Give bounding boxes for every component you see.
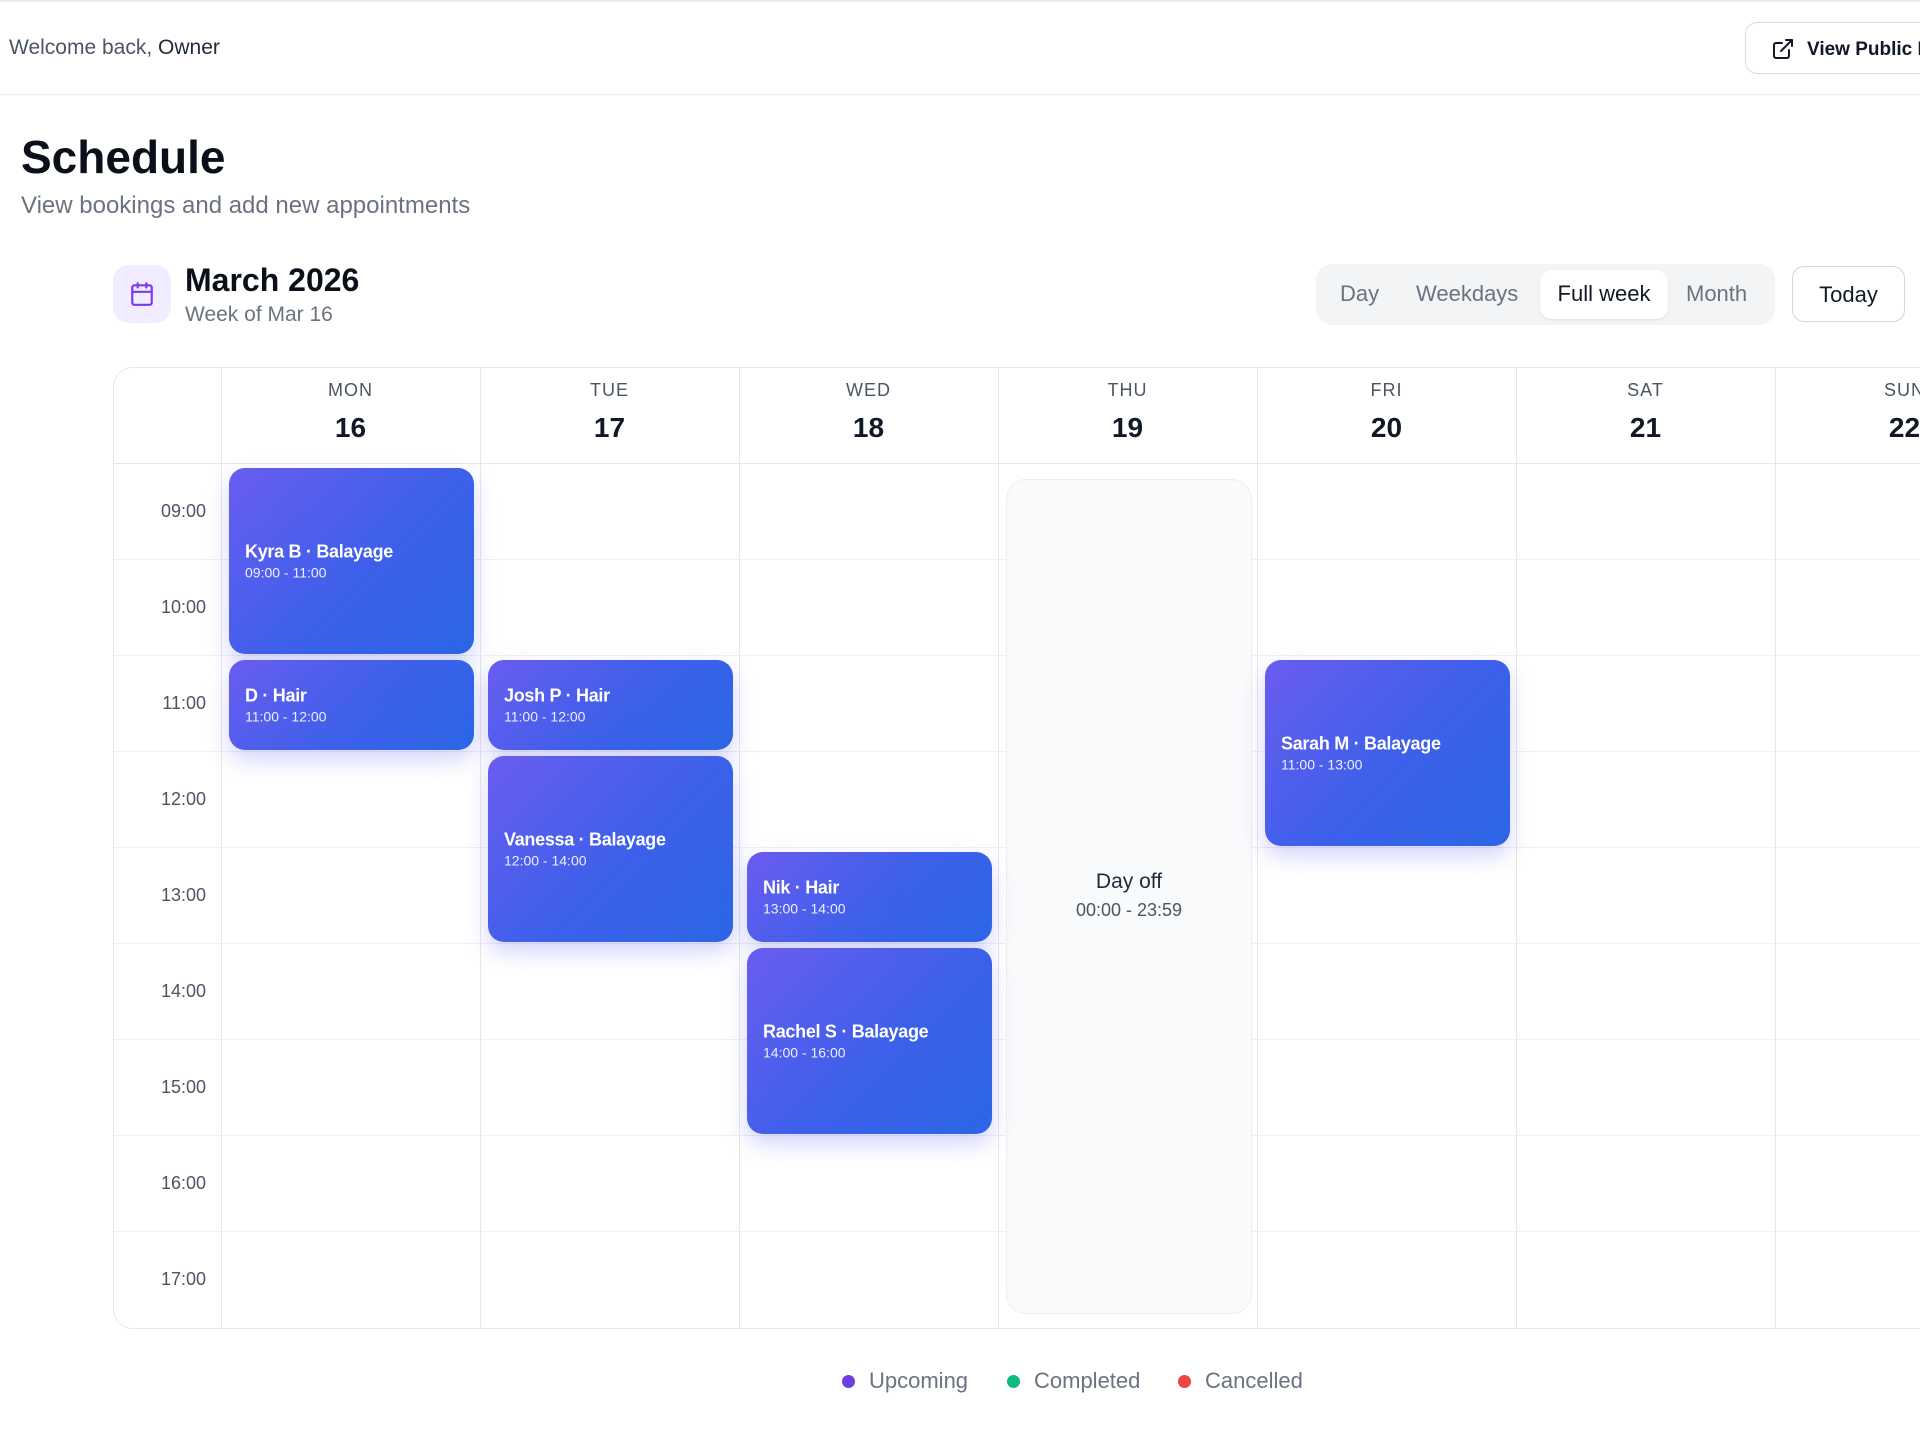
time-label: 13:00: [160, 885, 206, 905]
time-label: 10:00: [160, 597, 206, 617]
day-off-label: Day off: [1095, 870, 1163, 893]
time-label: 09:00: [160, 501, 206, 521]
appointment-time: 11:00 - 12:00: [504, 708, 586, 725]
day-number: 20: [1370, 412, 1403, 443]
time-label: 11:00: [162, 693, 206, 713]
appointment-time: 14:00 - 16:00: [763, 1044, 846, 1061]
day-of-week: MON: [328, 380, 373, 400]
day-number: 19: [1111, 412, 1144, 443]
appointment-time: 11:00 - 13:00: [1281, 756, 1363, 773]
day-of-week: SUN: [1883, 380, 1920, 400]
time-label: 14:00: [160, 981, 206, 1001]
day-number: 22: [1888, 412, 1920, 443]
external-link-icon: [1773, 39, 1793, 59]
column-divider: [1257, 368, 1258, 1328]
page-subtitle: View bookings and add new appointments: [21, 192, 471, 219]
appointment-card[interactable]: Josh P · Hair 11:00 - 12:00: [488, 660, 733, 750]
appointment-title: Josh P · Hair: [504, 685, 610, 706]
today-label: Today: [1819, 282, 1878, 307]
view-full-week-label: Full week: [1557, 281, 1651, 306]
day-header-sat[interactable]: SAT 21: [1516, 368, 1775, 463]
column-divider: [480, 368, 481, 1328]
view-public-page-label: View Public P: [1807, 39, 1920, 60]
legend-cancelled: Cancelled: [1205, 1368, 1303, 1393]
view-month-tab[interactable]: Month: [1686, 281, 1747, 307]
day-header-wed[interactable]: WED 18: [739, 368, 998, 463]
day-header-sun[interactable]: SUN 22: [1775, 368, 1920, 463]
appointment-time: 13:00 - 14:00: [763, 900, 846, 917]
day-of-week: FRI: [1370, 380, 1403, 400]
appointment-card[interactable]: Rachel S · Balayage 14:00 - 16:00: [747, 948, 992, 1134]
welcome-message: Welcome back, Owner: [9, 36, 220, 60]
view-weekdays-tab[interactable]: Weekdays: [1416, 281, 1518, 307]
day-of-week: THU: [1107, 380, 1148, 400]
view-switcher: Day Weekdays Full week Month: [1316, 264, 1775, 325]
calendar-icon: [131, 282, 153, 306]
day-number: 18: [852, 412, 885, 443]
appointment-card[interactable]: Sarah M · Balayage 11:00 - 13:00: [1265, 660, 1510, 846]
top-bar: Welcome back, Owner View Public P: [0, 0, 1920, 95]
cancelled-dot: [1178, 1375, 1191, 1388]
today-button[interactable]: Today: [1792, 266, 1905, 322]
appointment-card[interactable]: Vanessa · Balayage 12:00 - 14:00: [488, 756, 733, 942]
view-full-week-tab[interactable]: Full week: [1540, 270, 1668, 319]
appointment-time: 09:00 - 11:00: [245, 564, 327, 581]
week-of-label: Week of Mar 16: [185, 303, 333, 326]
day-number: 21: [1629, 412, 1662, 443]
day-header-mon[interactable]: MON 16: [221, 368, 480, 463]
appointment-card[interactable]: Kyra B · Balayage 09:00 - 11:00: [229, 468, 474, 654]
upcoming-dot: [842, 1375, 855, 1388]
view-day-tab[interactable]: Day: [1340, 281, 1379, 307]
day-off-block[interactable]: Day off 00:00 - 23:59: [1006, 479, 1252, 1314]
page-title: Schedule: [21, 131, 226, 183]
column-divider: [1516, 368, 1517, 1328]
appointment-card[interactable]: Nik · Hair 13:00 - 14:00: [747, 852, 992, 942]
view-public-page-button[interactable]: View Public P: [1745, 22, 1920, 74]
time-label: 17:00: [160, 1269, 206, 1289]
appointment-title: Nik · Hair: [763, 877, 840, 898]
day-header-tue[interactable]: TUE 17: [480, 368, 739, 463]
completed-dot: [1007, 1375, 1020, 1388]
day-header-fri[interactable]: FRI 20: [1257, 368, 1516, 463]
appointment-title: Kyra B · Balayage: [245, 541, 393, 562]
appointment-title: Vanessa · Balayage: [504, 829, 666, 850]
column-divider: [998, 368, 999, 1328]
calendar-icon-badge: [113, 265, 171, 323]
time-label: 12:00: [160, 789, 206, 809]
time-label: 16:00: [160, 1173, 206, 1193]
day-off-range: 00:00 - 23:59: [1075, 900, 1183, 920]
day-of-week: TUE: [590, 380, 629, 400]
week-calendar-grid: MON 16 TUE 17 WED 18 THU 19 FRI 20 SAT 2…: [113, 367, 1920, 1329]
day-header-thu[interactable]: THU 19: [998, 368, 1257, 463]
legend-upcoming: Upcoming: [869, 1368, 969, 1393]
day-number: 16: [334, 412, 367, 443]
time-label: 15:00: [160, 1077, 206, 1097]
appointment-card[interactable]: D · Hair 11:00 - 12:00: [229, 660, 474, 750]
appointment-title: Rachel S · Balayage: [763, 1021, 929, 1042]
appointment-time: 11:00 - 12:00: [245, 708, 327, 725]
appointment-time: 12:00 - 14:00: [504, 852, 587, 869]
user-name: Owner: [158, 36, 220, 59]
appointment-title: Sarah M · Balayage: [1281, 733, 1441, 754]
column-divider: [739, 368, 740, 1328]
header-divider: [114, 463, 1920, 464]
appointment-title: D · Hair: [245, 685, 307, 706]
legend-completed: Completed: [1034, 1368, 1141, 1393]
day-of-week: SAT: [1627, 380, 1664, 400]
column-divider: [221, 368, 222, 1328]
column-divider: [1775, 368, 1776, 1328]
month-title: March 2026: [185, 262, 360, 298]
day-of-week: WED: [846, 380, 891, 400]
day-number: 17: [593, 412, 626, 443]
welcome-text: Welcome back,: [9, 36, 153, 59]
